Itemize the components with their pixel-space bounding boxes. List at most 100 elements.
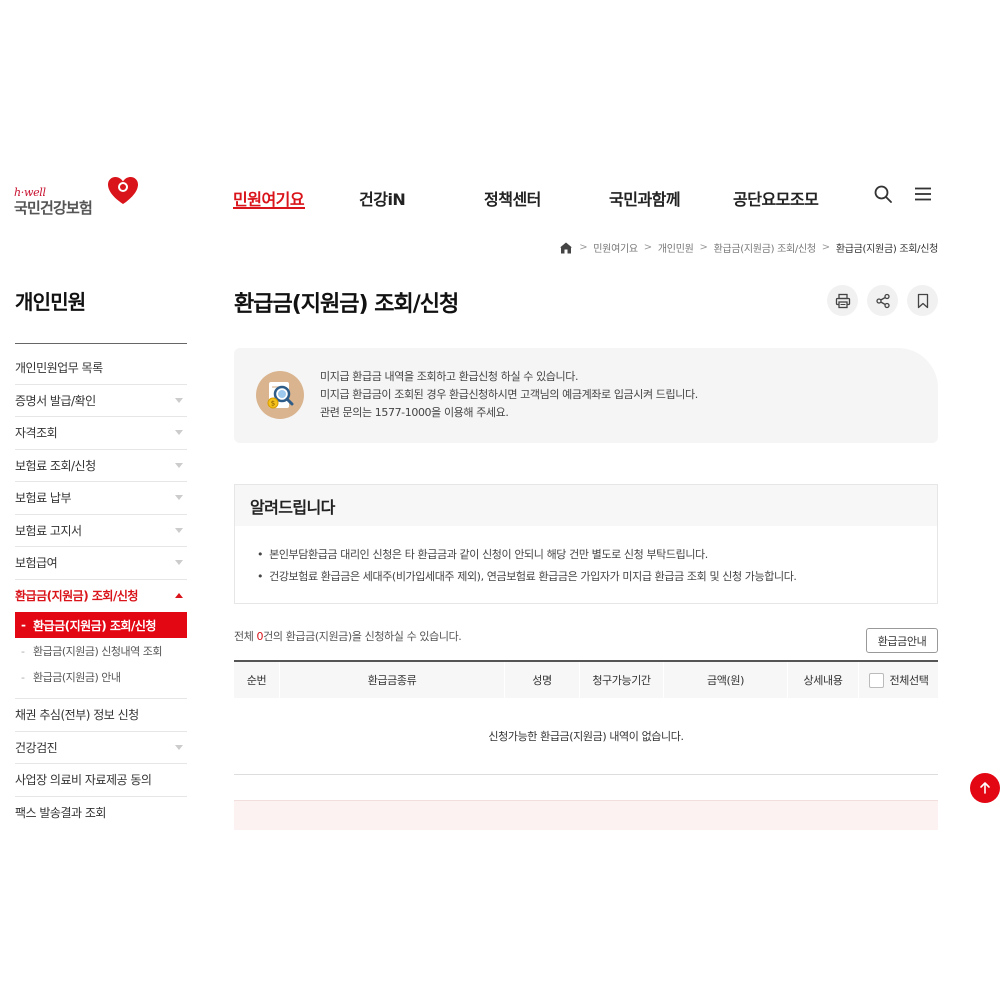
side-item-fax-result[interactable]: 팩스 발송결과 조회 <box>15 797 187 830</box>
side-item-label: 보험료 고지서 <box>15 523 82 538</box>
side-item-premium-inquiry[interactable]: 보험료 조회/신청 <box>15 450 187 482</box>
gnb-health-in[interactable]: 건강iN <box>359 186 406 210</box>
page-title: 환급금(지원금) 조회/신청 <box>234 292 459 317</box>
bookmark-icon <box>917 293 928 308</box>
sub-item-label: 환급금(지원금) 안내 <box>33 671 121 684</box>
chevron-down-icon <box>175 462 183 468</box>
refund-table: 순번 환급금종류 성명 청구가능기간 금액(원) 상세내용 전체선택 신청가능한… <box>234 660 938 775</box>
info-line-3: 관련 문의는 1577-1000을 이용해 주세요. <box>320 406 509 419</box>
share-icon <box>875 293 890 308</box>
select-all-label: 전체선택 <box>889 674 929 687</box>
side-item-label: 환급금(지원금) 조회/신청 <box>15 589 138 604</box>
th-detail: 상세내용 <box>788 662 859 698</box>
breadcrumb-item-2[interactable]: 개인민원 <box>658 240 694 255</box>
info-text-group: 미지급 환급금 내역을 조회하고 환급신청 하실 수 있습니다. 미지급 환급금… <box>320 368 698 422</box>
side-item-label: 보험급여 <box>15 556 58 571</box>
side-menu: 개인민원업무 목록 증명서 발급/확인 자격조회 보험료 조회/신청 보험료 납… <box>15 352 187 829</box>
breadcrumb-separator: > <box>699 242 708 253</box>
logo-heart-icon <box>108 177 138 204</box>
breadcrumb-item-1[interactable]: 민원여기요 <box>593 240 638 255</box>
side-title: 개인민원 <box>15 290 86 314</box>
side-item-label: 사업장 의료비 자료제공 동의 <box>15 773 152 788</box>
notice-item-2: 건강보험료 환급금은 세대주(비가입세대주 제외), 연금보험료 환급금은 가입… <box>257 566 937 588</box>
side-submenu: - 환급금(지원금) 조회/신청 - 환급금(지원금) 신청내역 조회 - 환급금(지… <box>15 612 187 699</box>
side-item-eligibility[interactable]: 자격조회 <box>15 417 187 450</box>
summary-prefix: 전체 <box>234 630 257 643</box>
share-button[interactable] <box>867 285 898 316</box>
chevron-down-icon <box>175 495 183 501</box>
side-item-medical-consent[interactable]: 사업장 의료비 자료제공 동의 <box>15 764 187 797</box>
gnb-about[interactable]: 공단요모조모 <box>733 186 819 210</box>
sub-item-label: 환급금(지원금) 신청내역 조회 <box>33 645 163 658</box>
gnb-policy-center[interactable]: 정책센터 <box>484 186 541 210</box>
chevron-up-icon <box>175 593 183 599</box>
bottom-notice-box <box>234 800 938 830</box>
th-select-all[interactable]: 전체선택 <box>859 662 938 698</box>
table-empty-row: 신청가능한 환급금(지원금) 내역이 없습니다. <box>234 698 938 775</box>
sub-item-refund-guide[interactable]: - 환급금(지원금) 안내 <box>15 664 187 690</box>
breadcrumb-separator: > <box>579 242 588 253</box>
side-item-refund[interactable]: 환급금(지원금) 조회/신청 <box>15 580 187 613</box>
side-item-label: 건강검진 <box>15 740 58 755</box>
notice-list: 본인부담환급금 대리인 신청은 타 환급금과 같이 신청이 안되니 해당 건만 … <box>235 526 937 588</box>
sub-item-dash: - <box>21 644 25 658</box>
arrow-up-icon <box>980 782 990 794</box>
side-item-label: 팩스 발송결과 조회 <box>15 806 106 821</box>
result-summary: 전체 0건의 환급금(지원금)을 신청하실 수 있습니다. <box>234 628 462 644</box>
side-item-premium-bill[interactable]: 보험료 고지서 <box>15 515 187 547</box>
bookmark-button[interactable] <box>907 285 938 316</box>
print-button[interactable] <box>827 285 858 316</box>
empty-message: 신청가능한 환급금(지원금) 내역이 없습니다. <box>488 730 684 743</box>
refund-guide-button[interactable]: 환급금안내 <box>866 628 938 653</box>
search-icon[interactable] <box>873 184 893 204</box>
side-item-label: 보험료 조회/신청 <box>15 458 96 473</box>
side-item-label: 보험료 납부 <box>15 491 72 506</box>
info-box: $ 미지급 환급금 내역을 조회하고 환급신청 하실 수 있습니다. 미지급 환… <box>234 348 938 443</box>
notice-item-1: 본인부담환급금 대리인 신청은 타 환급금과 같이 신청이 안되니 해당 건만 … <box>257 544 937 566</box>
table-header: 순번 환급금종류 성명 청구가능기간 금액(원) 상세내용 전체선택 <box>234 660 938 698</box>
side-item-label: 채권 추심(전부) 정보 신청 <box>15 708 139 723</box>
sub-item-refund-history[interactable]: - 환급금(지원금) 신청내역 조회 <box>15 638 187 664</box>
info-line-2: 미지급 환급금이 조회된 경우 환급신청하시면 고객님의 예금계좌로 입금시켜 … <box>320 388 698 401</box>
th-type: 환급금종류 <box>280 662 505 698</box>
side-item-label: 증명서 발급/확인 <box>15 393 96 408</box>
scroll-top-button[interactable] <box>970 773 1000 803</box>
th-period: 청구가능기간 <box>580 662 664 698</box>
home-icon[interactable] <box>559 241 573 255</box>
chevron-down-icon <box>175 744 183 750</box>
sub-item-dash: - <box>21 670 25 684</box>
chevron-down-icon <box>175 397 183 403</box>
breadcrumb-current: 환급금(지원금) 조회/신청 <box>835 244 938 255</box>
side-item-debt-collection[interactable]: 채권 추심(전부) 정보 신청 <box>15 699 187 732</box>
side-item-task-list[interactable]: 개인민원업무 목록 <box>15 352 187 385</box>
sub-item-label: 환급금(지원금) 조회/신청 <box>33 618 156 633</box>
breadcrumb-item-3[interactable]: 환급금(지원금) 조회/신청 <box>714 240 816 255</box>
side-item-checkup[interactable]: 건강검진 <box>15 732 187 764</box>
th-amount: 금액(원) <box>664 662 788 698</box>
menu-icon[interactable] <box>913 184 933 204</box>
site-logo[interactable]: h·well 국민건강보험 <box>14 176 138 217</box>
notice-box: 알려드립니다 본인부담환급금 대리인 신청은 타 환급금과 같이 신청이 안되니… <box>234 484 938 604</box>
chevron-down-icon <box>175 560 183 566</box>
gnb-with-people[interactable]: 국민과함께 <box>609 186 681 210</box>
side-item-premium-payment[interactable]: 보험료 납부 <box>15 482 187 515</box>
chevron-down-icon <box>175 527 183 533</box>
notice-title: 알려드립니다 <box>235 485 937 526</box>
logo-name-text: 국민건강보험 <box>14 199 93 217</box>
th-name: 성명 <box>505 662 580 698</box>
info-line-1: 미지급 환급금 내역을 조회하고 환급신청 하실 수 있습니다. <box>320 370 579 383</box>
sub-item-refund-apply[interactable]: - 환급금(지원금) 조회/신청 <box>15 612 187 638</box>
breadcrumb: > 민원여기요 > 개인민원 > 환급금(지원금) 조회/신청 > 환급금(지원… <box>559 240 938 255</box>
chevron-down-icon <box>175 430 183 436</box>
select-all-checkbox[interactable] <box>868 672 884 688</box>
side-item-benefits[interactable]: 보험급여 <box>15 547 187 580</box>
side-item-label: 개인민원업무 목록 <box>15 361 103 376</box>
side-item-certificate[interactable]: 증명서 발급/확인 <box>15 385 187 417</box>
svg-text:$: $ <box>271 400 275 408</box>
th-no: 순번 <box>234 662 280 698</box>
summary-suffix: 건의 환급금(지원금)을 신청하실 수 있습니다. <box>263 630 462 643</box>
gnb-active-underline <box>233 207 305 209</box>
breadcrumb-separator: > <box>821 242 830 253</box>
print-icon <box>835 293 850 308</box>
side-divider <box>15 343 187 344</box>
